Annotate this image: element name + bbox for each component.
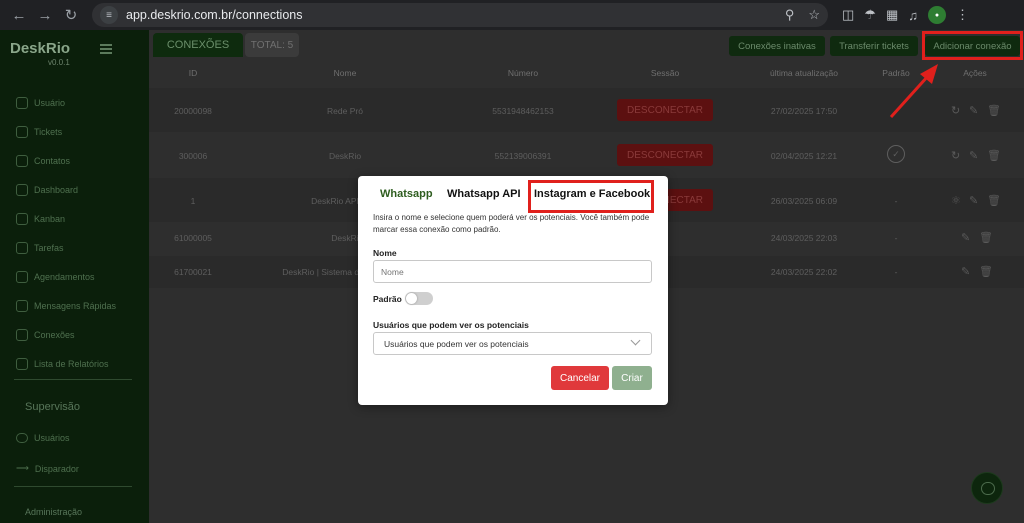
highlight-box xyxy=(528,180,654,213)
users-select[interactable]: Usuários que podem ver os potenciais xyxy=(373,332,652,355)
modal-tabs: Whatsapp Whatsapp API Instagram e Facebo… xyxy=(358,176,668,213)
create-button[interactable]: Criar xyxy=(612,366,652,390)
tab-whatsapp[interactable]: Whatsapp xyxy=(380,188,433,200)
name-input[interactable] xyxy=(373,260,652,283)
users-label: Usuários que podem ver os potenciais xyxy=(373,320,529,330)
users-select-placeholder: Usuários que podem ver os potenciais xyxy=(384,338,529,349)
default-label: Padrão xyxy=(373,294,402,304)
modal-description: Insira o nome e selecione quem poderá ve… xyxy=(373,213,650,234)
tab-whatsapp-api[interactable]: Whatsapp API xyxy=(447,188,521,200)
default-toggle[interactable] xyxy=(405,292,433,305)
arrow-shaft xyxy=(889,74,930,119)
add-connection-modal: Whatsapp Whatsapp API Instagram e Facebo… xyxy=(358,176,668,405)
chevron-down-icon xyxy=(630,335,641,346)
name-label: Nome xyxy=(373,248,397,258)
cancel-button[interactable]: Cancelar xyxy=(551,366,609,390)
